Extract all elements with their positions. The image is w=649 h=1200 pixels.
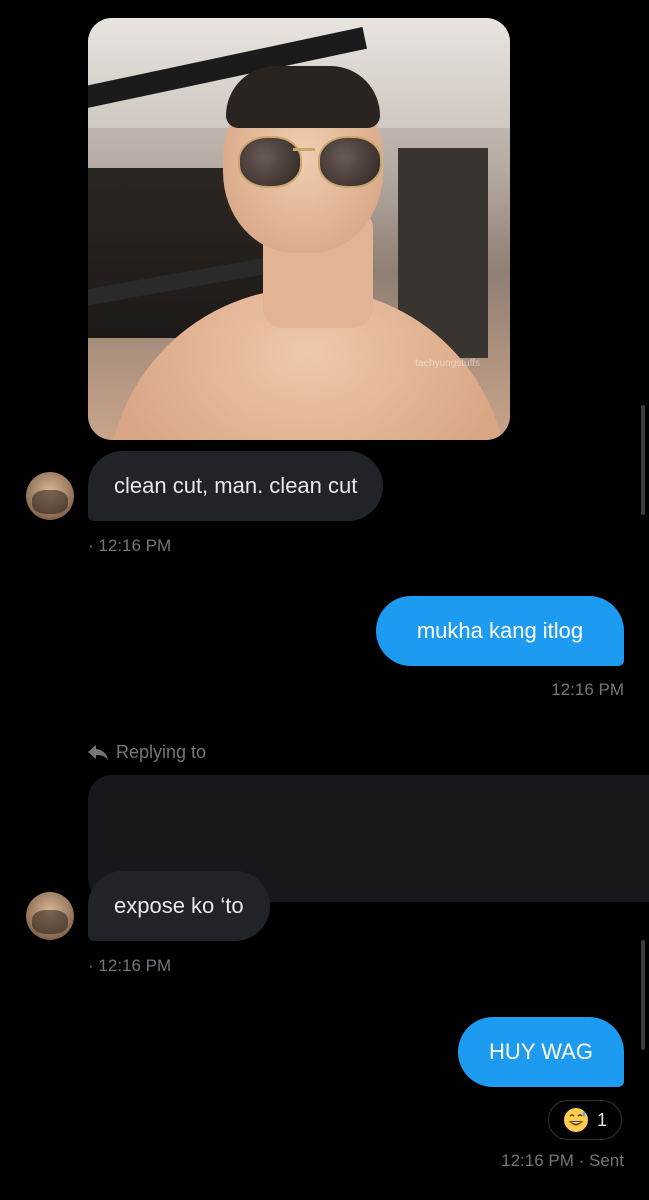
message-timestamp: · 12:16 PM — [88, 956, 171, 976]
reply-arrow-icon — [88, 744, 108, 760]
timestamp-text: 12:16 PM — [98, 956, 172, 975]
message-text: mukha kang itlog — [416, 618, 584, 643]
message-bubble-sent[interactable]: mukha kang itlog — [376, 596, 624, 666]
message-bubble-received[interactable]: expose ko ‘to — [88, 871, 270, 941]
scrollbar[interactable] — [641, 940, 645, 1050]
message-text: expose ko ‘to — [114, 893, 244, 918]
scrollbar[interactable] — [641, 405, 645, 515]
reaction-pill[interactable]: 1 — [548, 1100, 622, 1140]
image-hair — [226, 66, 380, 128]
sunglasses-bridge — [293, 148, 315, 151]
reaction-count: 1 — [596, 1109, 607, 1130]
timestamp-text: 12:16 PM — [501, 1151, 574, 1170]
message-text: clean cut, man. clean cut — [114, 473, 358, 498]
sender-prefix: · — [88, 956, 94, 975]
sender-prefix: · — [88, 536, 94, 555]
avatar[interactable] — [26, 472, 74, 520]
received-image[interactable]: taehyungstuffs — [88, 18, 510, 440]
reply-context[interactable]: Replying to — [88, 742, 206, 763]
message-bubble-sent[interactable]: HUY WAG — [458, 1017, 624, 1087]
sent-status: Sent — [589, 1151, 624, 1170]
sunglasses-lens — [318, 136, 382, 188]
message-text: HUY WAG — [489, 1039, 593, 1064]
sunglasses-lens — [238, 136, 302, 188]
image-watermark: taehyungstuffs — [415, 358, 480, 369]
message-timestamp: 12:16 PM — [551, 680, 624, 699]
grinning-sweat-emoji-icon — [563, 1108, 588, 1132]
message-timestamp: · 12:16 PM — [88, 536, 171, 556]
timestamp-text: 12:16 PM — [98, 536, 172, 555]
avatar[interactable] — [26, 892, 74, 940]
message-bubble-received[interactable]: clean cut, man. clean cut — [88, 451, 384, 521]
message-status: 12:16 PM · Sent — [501, 1151, 624, 1170]
reply-context-label: Replying to — [116, 742, 207, 762]
